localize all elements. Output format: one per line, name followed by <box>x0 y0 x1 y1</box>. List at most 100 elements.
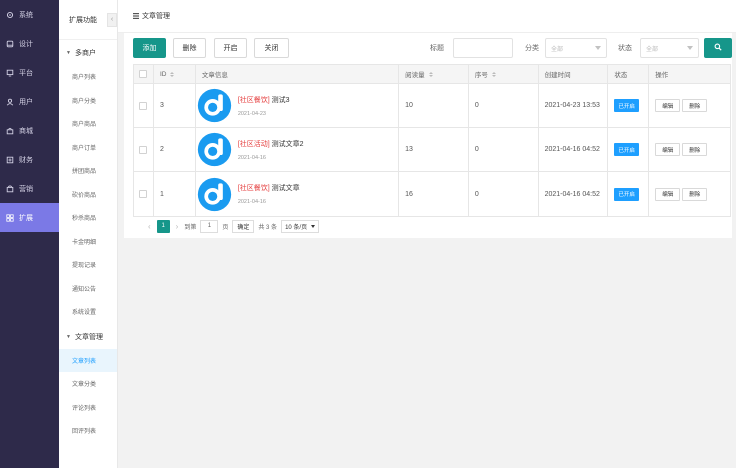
subnav-item-article-list[interactable]: 文章列表 <box>59 348 117 372</box>
status-badge[interactable]: 已开启 <box>614 143 639 156</box>
cell-id: 1 <box>154 172 196 216</box>
header-checkbox-cell <box>134 65 154 83</box>
subnav-item[interactable]: 商户分类 <box>59 89 117 113</box>
subnav-item[interactable]: 拼团商品 <box>59 159 117 183</box>
subnav-group-article[interactable]: ▼ 文章管理 <box>59 325 117 349</box>
page-size-select[interactable]: 10 条/页 <box>281 219 320 233</box>
subnav-item[interactable]: 秒杀商品 <box>59 206 117 230</box>
enable-button-label: 开启 <box>223 45 238 52</box>
article-thumbnail-logo <box>197 177 231 211</box>
search-button[interactable] <box>704 38 732 58</box>
sub-navigation: 扩展功能 ‹ ▼ 多商户 商户列表 商户分类 商户商品 商户订单 拼团商品 砍价… <box>59 0 118 468</box>
rail-item-marketing[interactable]: 营销 <box>0 174 59 203</box>
page-title: 文章管理 <box>142 13 170 20</box>
goto-page-input[interactable]: 1 <box>200 219 219 233</box>
header-views[interactable]: 阅读量 <box>399 65 469 83</box>
subnav-item[interactable]: 商户订单 <box>59 136 117 160</box>
page-number-current[interactable]: 1 <box>156 219 170 233</box>
rail-item-platform[interactable]: 平台 <box>0 58 59 87</box>
subnav-item[interactable]: 系统设置 <box>59 300 117 324</box>
header-order[interactable]: 序号 <box>469 65 539 83</box>
rail-item-label: 财务 <box>19 156 33 164</box>
subnav-item[interactable]: 文章分类 <box>59 372 117 396</box>
finance-icon <box>6 156 14 164</box>
main-nav-rail: 系统 设计 平台 用户 商城 财务 营销 扩展 <box>0 0 59 468</box>
collapse-sidebar-button[interactable]: ‹ <box>107 12 117 27</box>
rail-item-label: 系统 <box>19 11 33 19</box>
header-id[interactable]: ID <box>154 65 196 83</box>
enable-button[interactable]: 开启 <box>214 38 247 58</box>
subnav-item[interactable]: 通知公告 <box>59 277 117 301</box>
row-checkbox[interactable] <box>139 145 148 154</box>
status-badge[interactable]: 已开启 <box>614 187 639 201</box>
subnav-item-label: 砍价商品 <box>72 192 97 199</box>
row-delete-button[interactable]: 删除 <box>682 99 708 112</box>
subnav-group-merchant[interactable]: ▼ 多商户 <box>59 41 117 65</box>
delete-button-label: 删除 <box>182 45 197 52</box>
breadcrumb: 文章管理 <box>118 0 736 33</box>
next-page-icon[interactable]: › <box>176 222 179 231</box>
table-row: 3 [社区餐饮] 测试3 2021-04-23 10 0 2021-04-23 … <box>134 84 730 128</box>
subnav-item[interactable]: 商户列表 <box>59 65 117 89</box>
pagination: ‹ 1 › 到第 1 页 确定 共 3 条 10 条/页 <box>148 219 320 233</box>
status-filter-select[interactable]: 全部 <box>640 38 699 58</box>
row-checkbox[interactable] <box>139 101 148 110</box>
extension-icon <box>6 213 14 222</box>
chevron-left-icon: ‹ <box>110 16 114 23</box>
article-date: 2021-04-16 <box>237 154 266 161</box>
add-button[interactable]: 添加 <box>133 38 166 58</box>
rail-item-finance[interactable]: 财务 <box>0 145 59 174</box>
subnav-item[interactable]: 评论列表 <box>59 396 117 420</box>
subnav-item-label: 系统设置 <box>72 310 97 317</box>
status-selected-value: 全部 <box>646 46 659 53</box>
category-filter-label: 分类 <box>525 45 539 52</box>
design-icon <box>6 40 14 48</box>
cell-views: 13 <box>399 128 469 171</box>
status-badge[interactable]: 已开启 <box>614 99 639 112</box>
row-delete-button[interactable]: 删除 <box>682 187 708 201</box>
gear-icon <box>6 11 14 19</box>
rail-item-label: 扩展 <box>19 214 33 222</box>
rail-item-extension[interactable]: 扩展 <box>0 203 59 232</box>
subnav-item-label: 卡金明细 <box>72 239 97 246</box>
cell-id: 2 <box>154 128 196 171</box>
row-checkbox[interactable] <box>139 190 148 198</box>
rail-item-label: 设计 <box>19 40 33 48</box>
subnav-item[interactable]: 商户商品 <box>59 112 117 136</box>
disable-button[interactable]: 关闭 <box>254 38 289 58</box>
article-date: 2021-04-16 <box>237 199 266 205</box>
category-selected-value: 全部 <box>551 46 564 53</box>
chevron-down-icon <box>687 46 693 50</box>
list-icon <box>133 13 139 19</box>
subnav-item[interactable]: 砍价商品 <box>59 183 117 207</box>
rail-item-system[interactable]: 系统 <box>0 0 59 29</box>
article-title[interactable]: [社区活动] 测试文章2 <box>238 139 304 149</box>
rail-item-shop[interactable]: 商城 <box>0 116 59 145</box>
subnav-item[interactable]: 卡金明细 <box>59 230 117 254</box>
goto-label: 到第 <box>184 224 197 231</box>
rail-item-user[interactable]: 用户 <box>0 87 59 116</box>
user-icon <box>6 98 14 106</box>
subnav-item-label: 文章分类 <box>72 382 97 389</box>
edit-button[interactable]: 编辑 <box>655 143 681 156</box>
article-title[interactable]: [社区餐饮] 测试3 <box>238 95 290 105</box>
edit-button[interactable]: 编辑 <box>655 99 681 112</box>
edit-button[interactable]: 编辑 <box>655 187 681 201</box>
delete-button[interactable]: 删除 <box>173 38 206 58</box>
goto-confirm-button[interactable]: 确定 <box>232 219 255 233</box>
table-row: 1 [社区餐饮] 测试文章 2021-04-16 16 0 2021-04-16… <box>134 172 730 216</box>
subnav-item[interactable]: 回评列表 <box>59 419 117 443</box>
title-filter-label: 标题 <box>430 45 444 52</box>
prev-page-icon[interactable]: ‹ <box>148 222 151 231</box>
article-title[interactable]: [社区餐饮] 测试文章 <box>238 183 300 193</box>
select-all-checkbox[interactable] <box>139 70 148 78</box>
category-filter-select[interactable]: 全部 <box>545 38 607 58</box>
search-icon <box>714 43 722 53</box>
subnav-item[interactable]: 提现记录 <box>59 253 117 277</box>
table-row: 2 [社区活动] 测试文章2 2021-04-16 13 0 2021-04-1… <box>134 128 730 172</box>
title-filter-input[interactable] <box>453 38 513 58</box>
cell-status: 已开启 <box>608 84 650 127</box>
row-delete-button[interactable]: 删除 <box>682 143 708 156</box>
status-filter-label: 状态 <box>618 45 632 52</box>
rail-item-design[interactable]: 设计 <box>0 29 59 58</box>
